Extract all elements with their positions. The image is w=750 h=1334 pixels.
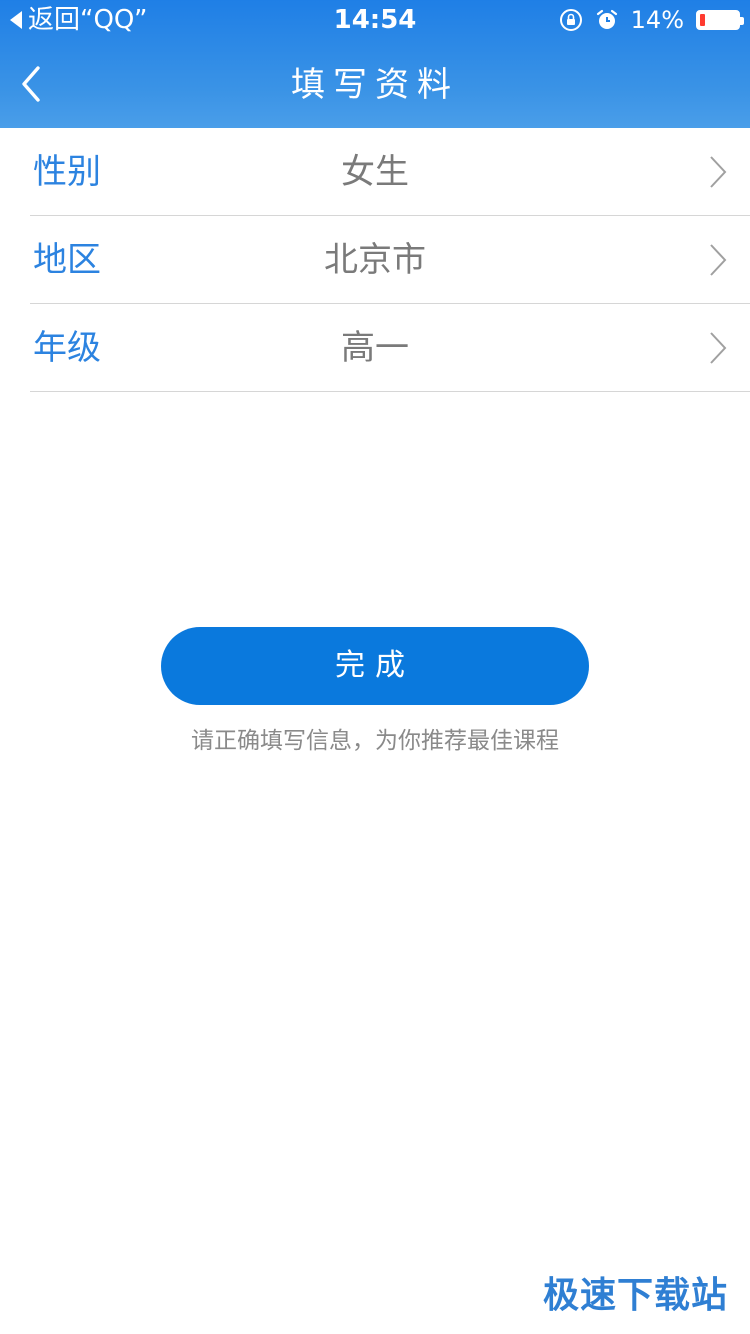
profile-form: 性别 女生 地区 北京市 年级 高一	[0, 128, 750, 392]
orientation-lock-icon	[559, 9, 582, 31]
battery-level-fill	[700, 14, 705, 26]
app-header: 返回“QQ” 14:54 14% 填写资料	[0, 0, 750, 128]
form-hint: 请正确填写信息，为你推荐最佳课程	[191, 728, 559, 754]
form-row-grade[interactable]: 年级 高一	[30, 304, 750, 392]
watermark-logo: 极速下载站	[542, 1275, 728, 1316]
alarm-icon	[596, 9, 617, 29]
battery-percent: 14%	[630, 6, 684, 34]
chevron-right-icon	[710, 244, 727, 276]
chevron-right-icon	[710, 332, 727, 364]
form-row-region[interactable]: 地区 北京市	[30, 216, 750, 304]
row-value: 北京市	[324, 240, 426, 280]
status-right-group: 14%	[559, 6, 744, 34]
row-value: 女生	[341, 152, 409, 192]
done-button[interactable]: 完成	[161, 627, 589, 705]
page-title: 填写资料	[291, 65, 459, 105]
nav-bar: 填写资料	[0, 40, 750, 128]
status-bar: 返回“QQ” 14:54 14%	[0, 0, 750, 40]
battery-cap	[740, 17, 744, 25]
form-row-gender[interactable]: 性别 女生	[30, 128, 750, 216]
row-value: 高一	[341, 328, 409, 368]
battery-icon	[696, 10, 744, 30]
chevron-right-icon	[710, 156, 727, 188]
